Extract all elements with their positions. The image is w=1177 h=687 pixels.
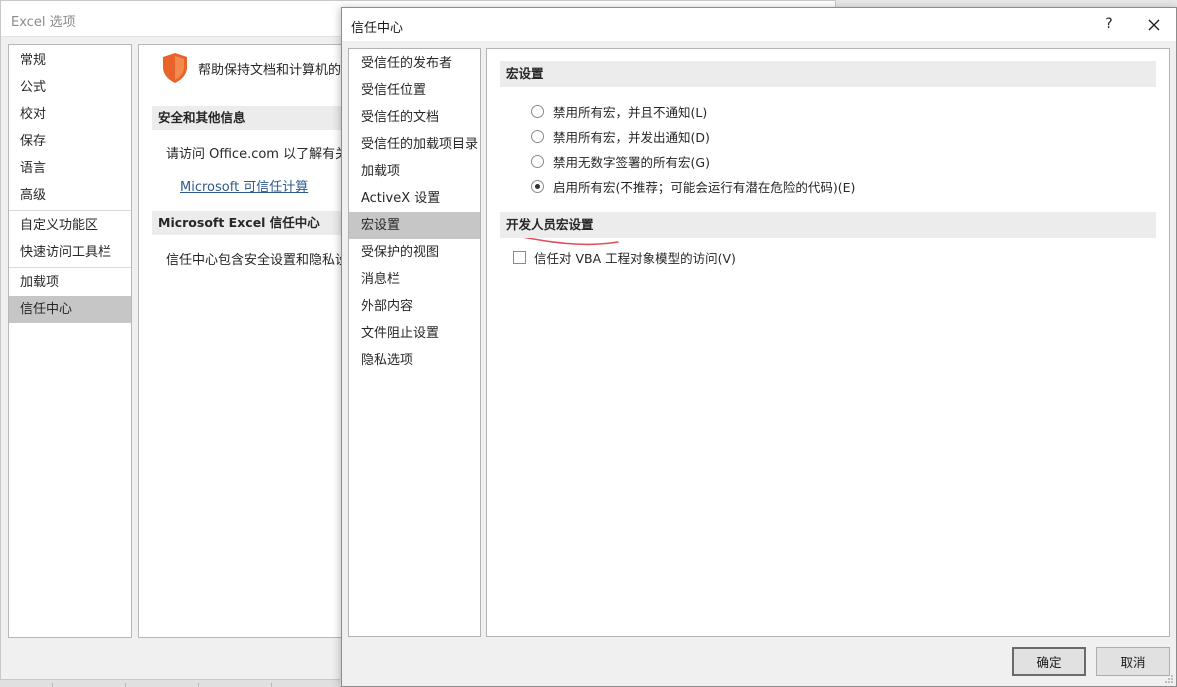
nav-divider bbox=[9, 267, 131, 268]
options-nav-trust-center[interactable]: 信任中心 bbox=[9, 296, 131, 323]
nav-message-bar[interactable]: 消息栏 bbox=[349, 266, 480, 293]
checkbox[interactable] bbox=[513, 250, 526, 264]
radio-label: 禁用无数字签署的所有宏(G) bbox=[553, 154, 710, 170]
radio-button[interactable] bbox=[531, 104, 544, 118]
section-security-info: 安全和其他信息 bbox=[152, 106, 347, 130]
radio-label: 启用所有宏(不推荐；可能会运行有潜在危险的代码)(E) bbox=[553, 179, 856, 195]
dialog-titlebar: 信任中心 ? bbox=[342, 8, 1176, 41]
radio-button[interactable] bbox=[531, 129, 544, 143]
resize-grip-icon[interactable] bbox=[1164, 674, 1174, 684]
radio-button[interactable] bbox=[531, 154, 544, 168]
options-nav-save[interactable]: 保存 bbox=[9, 128, 131, 155]
nav-addins[interactable]: 加载项 bbox=[349, 158, 480, 185]
excel-options-nav: 常规 公式 校对 保存 语言 高级 自定义功能区 快速访问工具栏 加载项 信任中… bbox=[8, 44, 132, 638]
nav-activex-settings[interactable]: ActiveX 设置 bbox=[349, 185, 480, 212]
vba-object-model-access-option[interactable]: 信任对 VBA 工程对象模型的访问(V) bbox=[513, 247, 736, 267]
background-bottom-edge bbox=[0, 679, 340, 687]
nav-macro-settings[interactable]: 宏设置 bbox=[349, 212, 480, 239]
nav-trusted-locations[interactable]: 受信任位置 bbox=[349, 77, 480, 104]
nav-file-block-settings[interactable]: 文件阻止设置 bbox=[349, 320, 480, 347]
options-nav-proofing[interactable]: 校对 bbox=[9, 101, 131, 128]
help-button[interactable]: ? bbox=[1097, 12, 1121, 36]
developer-macro-settings-header: 开发人员宏设置 bbox=[500, 212, 1156, 238]
close-button[interactable] bbox=[1141, 12, 1167, 36]
nav-protected-view[interactable]: 受保护的视图 bbox=[349, 239, 480, 266]
close-icon bbox=[1148, 19, 1160, 30]
trust-center-nav: 受信任的发布者 受信任位置 受信任的文档 受信任的加载项目录 加载项 Activ… bbox=[348, 48, 481, 637]
checkbox-label: 信任对 VBA 工程对象模型的访问(V) bbox=[534, 250, 736, 266]
trustworthy-computing-link[interactable]: Microsoft 可信任计算 bbox=[180, 176, 308, 195]
nav-privacy-options[interactable]: 隐私选项 bbox=[349, 347, 480, 374]
nav-divider bbox=[9, 210, 131, 211]
radio-disable-unsigned[interactable]: 禁用无数字签署的所有宏(G) bbox=[531, 151, 710, 171]
radio-disable-no-notify[interactable]: 禁用所有宏，并且不通知(L) bbox=[531, 101, 707, 121]
section-trust-center: Microsoft Excel 信任中心 bbox=[152, 211, 347, 235]
radio-label: 禁用所有宏，并且不通知(L) bbox=[553, 104, 708, 120]
nav-trusted-publishers[interactable]: 受信任的发布者 bbox=[349, 50, 480, 77]
options-nav-advanced[interactable]: 高级 bbox=[9, 182, 131, 209]
options-nav-general[interactable]: 常规 bbox=[9, 47, 131, 74]
options-nav-formulas[interactable]: 公式 bbox=[9, 74, 131, 101]
radio-enable-all[interactable]: 启用所有宏(不推荐；可能会运行有潜在危险的代码)(E) bbox=[531, 176, 855, 196]
dialog-title: 信任中心 bbox=[351, 21, 404, 36]
options-nav-addins[interactable]: 加载项 bbox=[9, 269, 131, 296]
nav-external-content[interactable]: 外部内容 bbox=[349, 293, 480, 320]
nav-trusted-addin-catalogs[interactable]: 受信任的加载项目录 bbox=[349, 131, 480, 158]
nav-trusted-documents[interactable]: 受信任的文档 bbox=[349, 104, 480, 131]
excel-options-main: 帮助保持文档和计算机的 安全和其他信息 请访问 Office.com 以了解有关… bbox=[138, 44, 348, 638]
shield-icon bbox=[163, 53, 187, 83]
options-nav-customize-ribbon[interactable]: 自定义功能区 bbox=[9, 212, 131, 239]
options-nav-quick-access-toolbar[interactable]: 快速访问工具栏 bbox=[9, 239, 131, 266]
radio-disable-with-notify[interactable]: 禁用所有宏，并发出通知(D) bbox=[531, 126, 710, 146]
radio-button-selected[interactable] bbox=[531, 179, 544, 193]
options-nav-language[interactable]: 语言 bbox=[9, 155, 131, 182]
radio-label: 禁用所有宏，并发出通知(D) bbox=[553, 129, 710, 145]
hero-text: 帮助保持文档和计算机的 bbox=[198, 63, 342, 78]
ok-button[interactable]: 确定 bbox=[1012, 647, 1086, 676]
cancel-button[interactable]: 取消 bbox=[1096, 647, 1170, 676]
trust-center-description: 信任中心包含安全设置和隐私设置 bbox=[166, 253, 348, 268]
macro-settings-header: 宏设置 bbox=[500, 61, 1156, 87]
visit-office-text: 请访问 Office.com 以了解有关 bbox=[166, 147, 348, 162]
trust-center-dialog: 信任中心 ? 受信任的发布者 受信任位置 受信任的文档 受信任的加载项目录 加载… bbox=[341, 7, 1177, 687]
macro-settings-panel: 宏设置 禁用所有宏，并且不通知(L) 禁用所有宏，并发出通知(D) 禁用无数字签… bbox=[486, 48, 1170, 637]
